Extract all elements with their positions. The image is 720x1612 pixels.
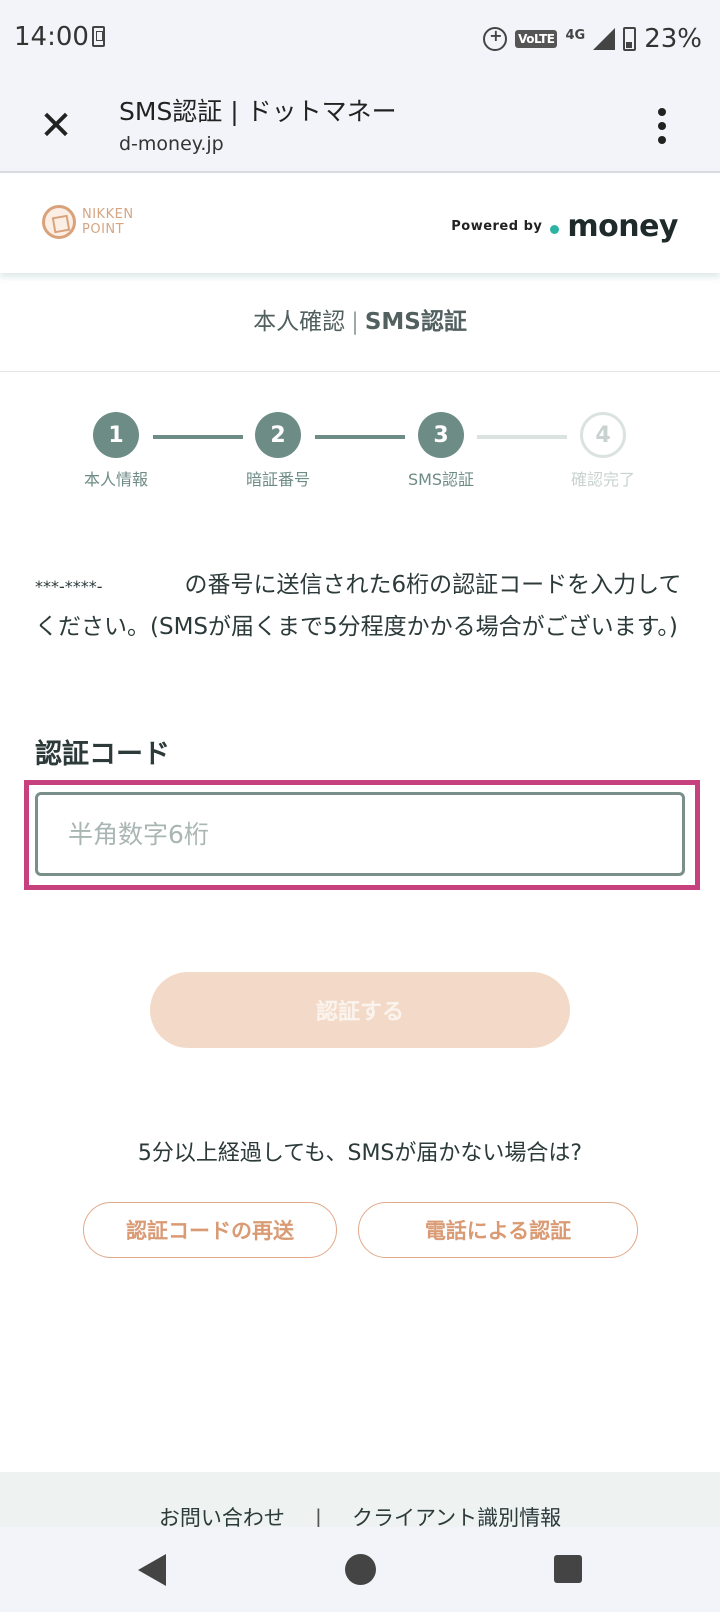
close-icon[interactable]: ✕ — [36, 103, 76, 149]
step-label: SMS認証 — [407, 470, 475, 489]
step-4: 4 確認完了 — [543, 412, 663, 490]
section-title-separator: | — [351, 309, 359, 335]
signal-icon — [593, 28, 616, 50]
site-header: NIKKEN POINT Powered by money — [0, 175, 720, 273]
step-number: 1 — [93, 412, 139, 458]
step-label: 暗証番号 — [245, 470, 310, 489]
step-number: 4 — [580, 412, 626, 458]
step-number: 3 — [418, 412, 464, 458]
verify-button[interactable]: 認証する — [150, 972, 570, 1048]
phone-storage-icon — [92, 26, 105, 47]
help-text: 5分以上経過しても、SMSが届かない場合は? — [137, 1141, 583, 1166]
code-field-label: 認証コード — [35, 739, 170, 770]
nav-recent-icon[interactable] — [554, 1555, 582, 1583]
progress-steps: 1 本人情報 2 暗証番号 3 SMS認証 4 確認完了 — [0, 412, 720, 492]
status-icons: VoLTE 4G 23% — [483, 22, 702, 56]
nav-home-icon[interactable] — [345, 1554, 376, 1585]
page-title: SMS認証 | ドットマネー — [119, 97, 397, 126]
battery-percent: 23% — [644, 24, 702, 54]
nikken-point-logo[interactable]: NIKKEN POINT — [42, 205, 134, 239]
instruction-body: の番号に送信された6桁の認証コードを入力してください。(SMSが届くまで5分程度… — [35, 572, 682, 640]
volte-icon: VoLTE — [515, 30, 558, 48]
divider — [0, 371, 720, 372]
powered-by-label: Powered by — [451, 219, 543, 234]
battery-icon — [623, 27, 637, 51]
step-3: 3 SMS認証 — [381, 412, 501, 490]
section-title-prefix: 本人確認 — [253, 309, 346, 335]
more-vert-icon[interactable] — [656, 108, 668, 144]
step-label: 確認完了 — [570, 470, 635, 489]
money-dot-icon — [550, 225, 560, 234]
step-1: 1 本人情報 — [56, 412, 176, 490]
instruction-text: ***-****- の番号に送信された6桁の認証コードを入力してください。(SMS… — [35, 565, 685, 648]
nav-back-icon[interactable] — [138, 1554, 166, 1586]
step-label: 本人情報 — [83, 470, 148, 489]
system-nav-bar — [0, 1527, 720, 1612]
browser-toolbar: ✕ SMS認証 | ドットマネー d-money.jp — [0, 78, 720, 173]
step-number: 2 — [255, 412, 301, 458]
verification-code-input[interactable] — [35, 792, 685, 876]
nikken-mark-icon — [42, 205, 76, 239]
status-time: 14:00 — [14, 22, 89, 52]
nikken-logo-text: NIKKEN POINT — [82, 207, 134, 237]
resend-code-button[interactable]: 認証コードの再送 — [83, 1202, 337, 1258]
section-title-main: SMS認証 — [364, 309, 467, 335]
powered-by: Powered by money — [451, 209, 678, 244]
network-type-icon: 4G — [565, 28, 586, 43]
masked-phone-number: ***-****- — [35, 577, 103, 596]
data-saver-icon — [483, 26, 508, 51]
step-2: 2 暗証番号 — [218, 412, 338, 490]
money-logo: money — [567, 209, 678, 244]
section-title: 本人確認 | SMS認証 — [0, 302, 720, 336]
status-bar: 14:00 VoLTE 4G 23% — [0, 0, 720, 78]
page-url: d-money.jp — [119, 133, 224, 155]
phone-verification-button[interactable]: 電話による認証 — [358, 1202, 638, 1258]
